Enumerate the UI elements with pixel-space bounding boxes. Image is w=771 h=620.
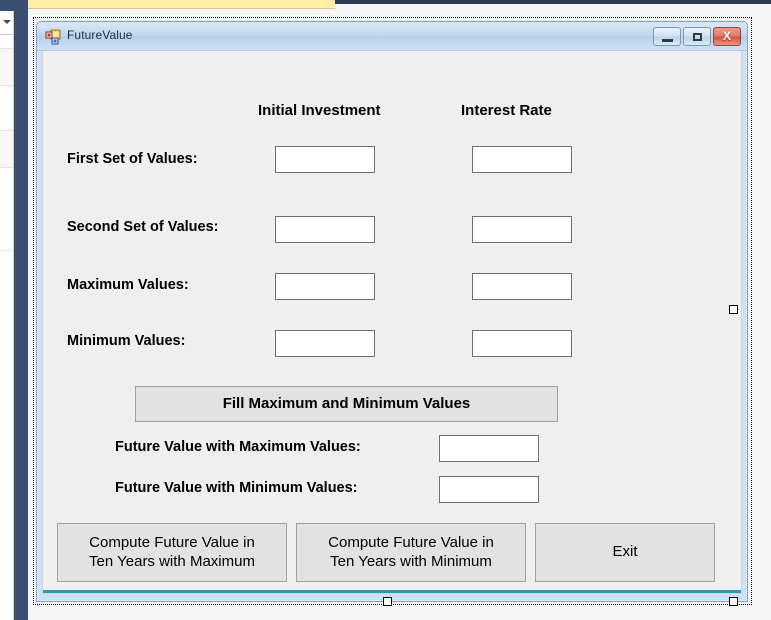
input-minimum-investment[interactable] [275,330,375,357]
input-first-rate-field[interactable] [473,147,571,172]
maximize-button[interactable] [683,27,711,46]
input-maximum-rate[interactable] [472,273,572,300]
form-title: FutureValue [67,28,133,42]
ide-left-panel [0,0,14,620]
window-controls: X [653,27,741,46]
input-first-rate[interactable] [472,146,572,173]
exit-button[interactable]: Exit [535,523,715,582]
input-maximum-investment[interactable] [275,273,375,300]
input-maximum-investment-field[interactable] [276,274,374,299]
ide-nav-strip [14,0,28,620]
input-first-investment-field[interactable] [276,147,374,172]
future-value-form-window[interactable]: FutureValue X Initial Investment Interes… [36,21,748,602]
resize-handle-middle-right[interactable] [729,305,738,314]
minimize-button[interactable] [653,27,681,46]
minimize-icon [662,39,673,42]
output-future-value-maximum[interactable] [439,435,539,462]
output-future-value-minimum[interactable] [439,476,539,503]
input-second-rate-field[interactable] [473,217,571,242]
resize-handle-bottom-right[interactable] [729,597,738,606]
column-header-initial-investment: Initial Investment [258,102,381,119]
resize-handle-bottom-center[interactable] [383,597,392,606]
output-future-value-minimum-field[interactable] [440,477,538,502]
label-minimum-values: Minimum Values: [67,333,186,349]
input-second-investment[interactable] [275,216,375,243]
input-maximum-rate-field[interactable] [473,274,571,299]
winforms-form-icon [45,29,61,45]
form-bottom-accent [43,590,741,593]
input-minimum-rate[interactable] [472,330,572,357]
label-first-set-of-values: First Set of Values: [67,151,198,167]
chevron-down-icon[interactable] [3,20,11,24]
maximize-icon [693,33,702,41]
ide-active-tab[interactable] [28,0,335,9]
label-second-set-of-values: Second Set of Values: [67,219,219,235]
close-button[interactable]: X [713,27,741,46]
input-second-investment-field[interactable] [276,217,374,242]
output-future-value-maximum-field[interactable] [440,436,538,461]
label-maximum-values: Maximum Values: [67,277,189,293]
column-header-interest-rate: Interest Rate [461,102,552,119]
input-first-investment[interactable] [275,146,375,173]
compute-future-value-minimum-button[interactable]: Compute Future Value in Ten Years with M… [296,523,526,582]
ide-left-panel-divider [0,250,13,251]
ide-root: FutureValue X Initial Investment Interes… [0,0,771,620]
ide-left-panel-header [0,0,14,11]
input-minimum-investment-field[interactable] [276,331,374,356]
ide-left-panel-block [0,130,13,168]
form-client-area: Initial Investment Interest Rate First S… [42,51,742,594]
label-future-value-minimum: Future Value with Minimum Values: [115,480,358,496]
form-titlebar[interactable]: FutureValue X [37,22,747,51]
label-future-value-maximum: Future Value with Maximum Values: [115,439,361,455]
fill-max-min-button[interactable]: Fill Maximum and Minimum Values [135,386,558,422]
compute-future-value-maximum-button[interactable]: Compute Future Value in Ten Years with M… [57,523,287,582]
ide-left-panel-block [0,48,13,86]
close-icon: X [722,29,731,43]
input-second-rate[interactable] [472,216,572,243]
input-minimum-rate-field[interactable] [473,331,571,356]
